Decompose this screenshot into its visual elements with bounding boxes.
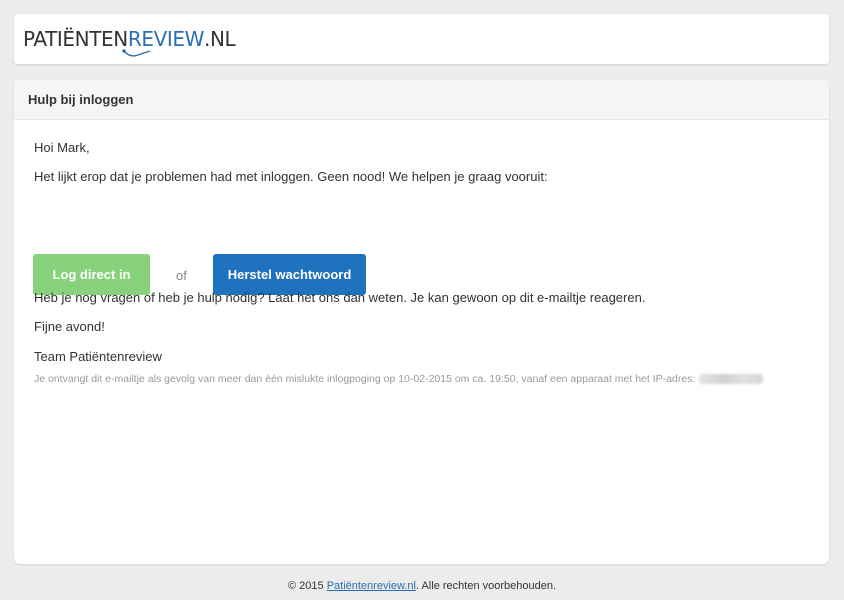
login-notice: Je ontvangt dit e-mailtje als gevolg van…	[34, 373, 764, 385]
login-notice-text: Je ontvangt dit e-mailtje als gevolg van…	[34, 373, 696, 385]
questions-text: Heb je nog vragen of heb je hulp nodig? …	[34, 290, 646, 305]
intro-text: Het lijkt erop dat je problemen had met …	[34, 169, 548, 184]
card-title: Hulp bij inloggen	[28, 92, 134, 107]
logo-text-review-label: REVIEW	[127, 27, 205, 51]
logo-text-patienten: PATIËNTEN	[23, 27, 128, 51]
header: PATIËNTEN REVIEW .NL	[14, 14, 829, 64]
footer-link[interactable]: Patiëntenreview.nl	[327, 580, 416, 592]
card-header: Hulp bij inloggen	[14, 80, 829, 120]
email-card: Hulp bij inloggen Hoi Mark, Het lijkt er…	[14, 80, 829, 564]
ip-address-redacted	[699, 374, 764, 385]
signature: Team Patiëntenreview	[34, 349, 162, 364]
logo-text-nl: .NL	[203, 27, 236, 51]
logo[interactable]: PATIËNTEN REVIEW .NL	[23, 23, 236, 57]
logo-text-review: REVIEW	[122, 27, 205, 57]
stethoscope-icon	[122, 49, 151, 57]
reset-password-button[interactable]: Herstel wachtwoord	[213, 254, 366, 295]
footer-prefix: © 2015	[287, 580, 327, 592]
greeting: Hoi Mark,	[34, 140, 90, 155]
footer-suffix: . Alle rechten voorbehouden.	[415, 580, 557, 592]
login-direct-button[interactable]: Log direct in	[33, 254, 150, 295]
or-separator: of	[176, 268, 187, 283]
footer: © 2015 Patiëntenreview.nl. Alle rechten …	[0, 580, 844, 592]
closing-text: Fijne avond!	[34, 319, 105, 334]
